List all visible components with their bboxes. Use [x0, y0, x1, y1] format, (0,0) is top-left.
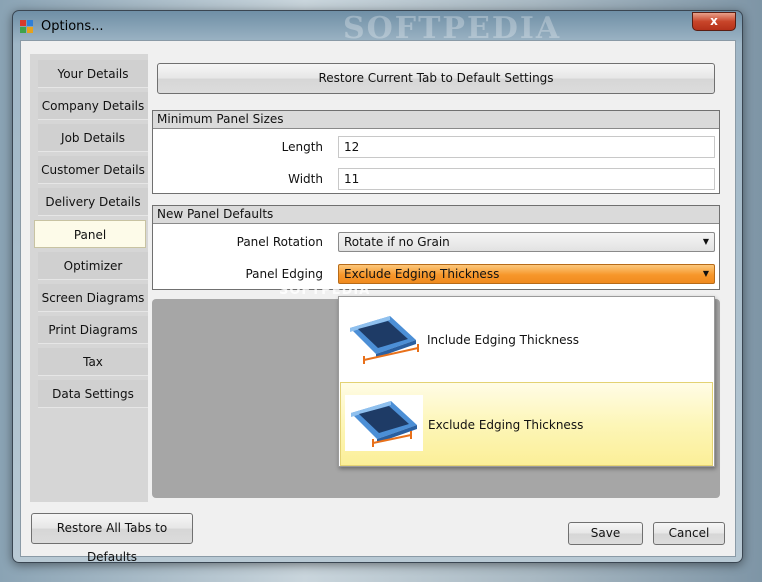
sidebar-item-your-details[interactable]: Your Details	[38, 60, 148, 88]
sidebar-item-optimizer[interactable]: Optimizer	[38, 252, 148, 280]
chevron-down-icon: ▼	[702, 237, 709, 246]
window-title: Options...	[41, 19, 104, 34]
app-grid-icon	[20, 20, 35, 35]
panel-include-edging-icon	[344, 310, 422, 366]
sidebar-item-panel[interactable]: Panel	[34, 220, 146, 248]
restore-tab-defaults-button[interactable]: Restore Current Tab to Default Settings	[157, 63, 715, 94]
width-label: Width	[288, 172, 323, 186]
width-input[interactable]: 11	[338, 168, 715, 190]
new-panel-defaults-header: New Panel Defaults	[153, 206, 719, 224]
length-input[interactable]: 12	[338, 136, 715, 158]
panel-exclude-edging-icon	[345, 395, 423, 451]
minimum-panel-sizes-group: Minimum Panel Sizes Length 12 Width 11	[152, 110, 720, 194]
title-bar[interactable]: Options... SOFTPEDIA x	[13, 11, 742, 46]
restore-all-tabs-button[interactable]: Restore All Tabs to Defaults	[31, 513, 193, 564]
panel-rotation-select[interactable]: Rotate if no Grain ▼	[338, 232, 715, 252]
sidebar-item-screen-diagrams[interactable]: Screen Diagrams	[38, 284, 148, 312]
panel-rotation-label: Panel Rotation	[236, 235, 323, 249]
cancel-button[interactable]: Cancel	[653, 522, 725, 545]
options-sidebar: Your Details Company Details Job Details…	[30, 54, 148, 502]
close-button[interactable]: x	[692, 12, 736, 31]
sidebar-item-print-diagrams[interactable]: Print Diagrams	[38, 316, 148, 344]
dialog-client-area: Your Details Company Details Job Details…	[20, 40, 736, 564]
sidebar-item-job-details[interactable]: Job Details	[38, 124, 148, 152]
save-button[interactable]: Save	[568, 522, 643, 545]
sidebar-item-customer-details[interactable]: Customer Details	[38, 156, 148, 184]
option-include-edging-label: Include Edging Thickness	[427, 333, 579, 347]
sidebar-item-company-details[interactable]: Company Details	[38, 92, 148, 120]
sidebar-item-delivery-details[interactable]: Delivery Details	[38, 188, 148, 216]
sidebar-item-data-settings[interactable]: Data Settings	[38, 380, 148, 408]
minimum-panel-sizes-header: Minimum Panel Sizes	[153, 111, 719, 129]
dropdown-watermark: SOFTPEDIA	[279, 283, 371, 298]
chevron-down-icon: ▼	[702, 269, 709, 278]
new-panel-defaults-group: New Panel Defaults Panel Rotation Rotate…	[152, 205, 720, 290]
panel-rotation-value: Rotate if no Grain	[344, 235, 450, 249]
panel-edging-select[interactable]: Exclude Edging Thickness ▼	[338, 264, 715, 284]
option-exclude-edging[interactable]: Exclude Edging Thickness	[340, 382, 713, 466]
option-include-edging[interactable]: Include Edging Thickness	[340, 298, 713, 382]
options-window: Options... SOFTPEDIA x Your Details Comp…	[12, 10, 743, 564]
close-icon: x	[710, 14, 718, 28]
panel-edging-label: Panel Edging	[245, 267, 323, 281]
option-exclude-edging-label: Exclude Edging Thickness	[428, 418, 584, 432]
panel-edging-value: Exclude Edging Thickness	[344, 267, 500, 281]
panel-edging-dropdown: SOFTPEDIA Include Edging Thickness Exclu…	[279, 283, 715, 467]
length-label: Length	[281, 140, 323, 154]
sidebar-item-tax[interactable]: Tax	[38, 348, 148, 376]
